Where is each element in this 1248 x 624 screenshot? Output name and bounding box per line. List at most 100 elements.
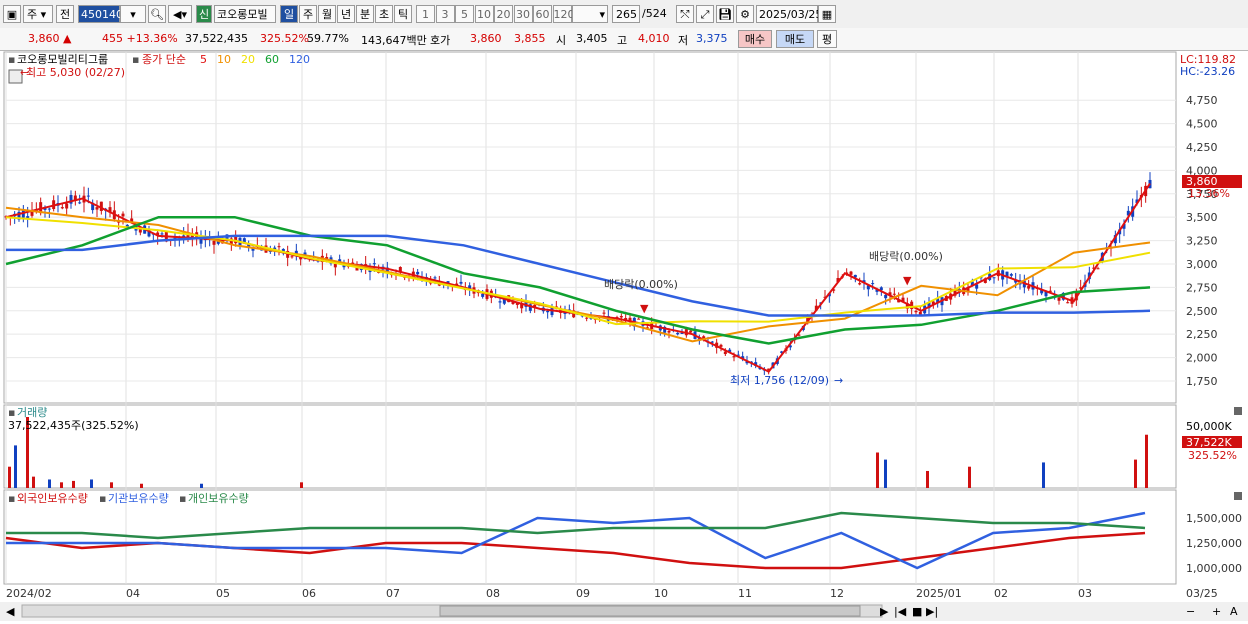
chart-area[interactable]: 2024/02 04 05 06 07 08 09 10 11 12 2025/01 02 03 03/2… — [0, 50, 1248, 621]
holding-close-icon[interactable] — [1234, 492, 1242, 500]
candle — [60, 207, 64, 209]
candle — [459, 281, 463, 284]
hoga-label: 호가 — [430, 34, 451, 47]
volume-bar — [32, 476, 35, 488]
scroll-first-icon[interactable]: |◀ — [894, 605, 907, 618]
volume-bar — [926, 470, 929, 488]
scroll-right-icon[interactable]: ▶ — [880, 605, 889, 618]
volume-last-pct: 325.52% — [1188, 449, 1237, 462]
volume-toggle-icon[interactable]: ▪ — [8, 406, 15, 419]
interval-3-button[interactable]: 3 — [435, 5, 455, 23]
volume: 37,522,435 — [185, 32, 248, 45]
search-icon[interactable]: 🔍︎ — [148, 5, 166, 23]
new-badge: 신 — [196, 5, 212, 23]
period-1-button[interactable]: 주 — [299, 5, 317, 23]
window-icon[interactable]: ▣ — [3, 5, 21, 23]
period-3-button[interactable]: 년 — [337, 5, 355, 23]
candle — [333, 263, 337, 268]
candle — [242, 238, 246, 243]
scroll-thumb[interactable] — [439, 605, 861, 617]
period-dropdown[interactable]: 주 ▾ — [23, 5, 53, 23]
y-tick-label: 2,250 — [1186, 328, 1218, 341]
custom-interval-dropdown[interactable]: ▾ — [572, 5, 608, 23]
x-tick-label: 02 — [994, 587, 1008, 600]
period-0-button[interactable]: 일 — [280, 5, 298, 23]
candle — [849, 271, 853, 275]
candle — [884, 294, 888, 299]
interval-30-button[interactable]: 30 — [513, 5, 533, 23]
low-note: 최저 1,756 (12/09) — [730, 374, 829, 387]
zoom-out-icon[interactable]: − — [1186, 605, 1195, 618]
candle — [1057, 297, 1061, 301]
calendar-icon[interactable]: ▦ — [818, 5, 836, 23]
x-tick-label: 2025/01 — [916, 587, 962, 600]
period-label: 주 — [27, 8, 38, 21]
period-2-button[interactable]: 월 — [318, 5, 336, 23]
turnover: 59.77% — [307, 32, 349, 45]
auto-icon[interactable]: A — [1230, 605, 1238, 618]
buy-button[interactable]: 매수 — [738, 30, 772, 48]
volume-bar — [110, 482, 113, 488]
period-5-button[interactable]: 초 — [375, 5, 393, 23]
x-tick-label: 11 — [738, 587, 752, 600]
candle — [1066, 302, 1070, 304]
sell-button[interactable]: 매도 — [776, 30, 814, 48]
zoom-in-icon[interactable]: + — [1212, 605, 1221, 618]
candle — [212, 240, 216, 245]
expand-icon[interactable]: ⤢ — [696, 5, 714, 23]
stop-icon[interactable]: ■ — [912, 605, 922, 618]
eval-button[interactable]: 평 — [817, 30, 837, 48]
high-label: 고 — [617, 34, 628, 47]
interval-60-button[interactable]: 60 — [533, 5, 552, 23]
ma-legend-120: 120 — [289, 53, 310, 66]
x-tick-label: 06 — [302, 587, 316, 600]
interval-20-button[interactable]: 20 — [494, 5, 513, 23]
panel-toggle-icon[interactable]: ▪ — [8, 53, 15, 66]
candle — [199, 239, 203, 244]
y-tick-label: 4,750 — [1186, 94, 1218, 107]
count-input[interactable]: 265 — [612, 5, 640, 23]
volume-last: 37,522K — [1186, 436, 1232, 449]
candle — [86, 195, 90, 197]
speaker-icon[interactable]: ◀▾ — [168, 5, 192, 23]
interval-120-button[interactable]: 120 — [552, 5, 575, 23]
volume-bar — [1134, 459, 1137, 488]
ma-toggle-icon[interactable]: ▪ — [132, 53, 139, 66]
open-label: 시 — [556, 34, 567, 47]
quote-bar: 3,860 ▲ 455 +13.36% 37,522,435 325.52% 5… — [0, 28, 1248, 51]
code-input[interactable]: 450140 — [78, 5, 123, 23]
scroll-left-icon[interactable]: ◀ — [6, 605, 15, 618]
candle — [689, 330, 693, 333]
candle — [732, 356, 736, 358]
chart-svg[interactable]: 2024/02 04 05 06 07 08 09 10 11 12 2025/01 02 03 03/2… — [0, 50, 1248, 621]
prev-button[interactable]: 전 — [56, 5, 74, 23]
interval-10-button[interactable]: 10 — [474, 5, 494, 23]
x-tick-label: 03 — [1078, 587, 1092, 600]
candle — [546, 310, 550, 313]
date-input[interactable]: 2025/03/25 — [756, 5, 822, 23]
candle — [858, 283, 862, 285]
holding-toggle-icon: ▪ — [8, 492, 15, 505]
candle — [372, 263, 376, 265]
scroll-last-icon[interactable]: ▶| — [926, 605, 938, 618]
x-tick-label: 05 — [216, 587, 230, 600]
x-tick-label: 04 — [126, 587, 140, 600]
interval-5-button[interactable]: 5 — [455, 5, 474, 23]
volume-bar — [200, 483, 203, 488]
y-tick-label: 2,750 — [1186, 281, 1218, 294]
y-tick-label: 3,500 — [1186, 211, 1218, 224]
candle — [719, 344, 723, 347]
candle — [433, 277, 437, 279]
code-dropdown-icon[interactable]: ▾ — [120, 5, 146, 23]
gear-icon[interactable]: ⚙ — [736, 5, 754, 23]
period-6-button[interactable]: 틱 — [394, 5, 412, 23]
volume-axis-top: 50,000K — [1186, 420, 1232, 433]
save-icon[interactable]: 💾︎ — [716, 5, 734, 23]
volume-title: 거래량 — [17, 406, 47, 419]
period-4-button[interactable]: 분 — [356, 5, 374, 23]
holding-toggle-icon: ▪ — [179, 492, 186, 505]
compress-icon[interactable]: ⤲ — [676, 5, 694, 23]
volume-close-icon[interactable] — [1234, 407, 1242, 415]
dividend-arrow-1-icon: ▼ — [640, 302, 649, 315]
interval-1-button[interactable]: 1 — [416, 5, 435, 23]
